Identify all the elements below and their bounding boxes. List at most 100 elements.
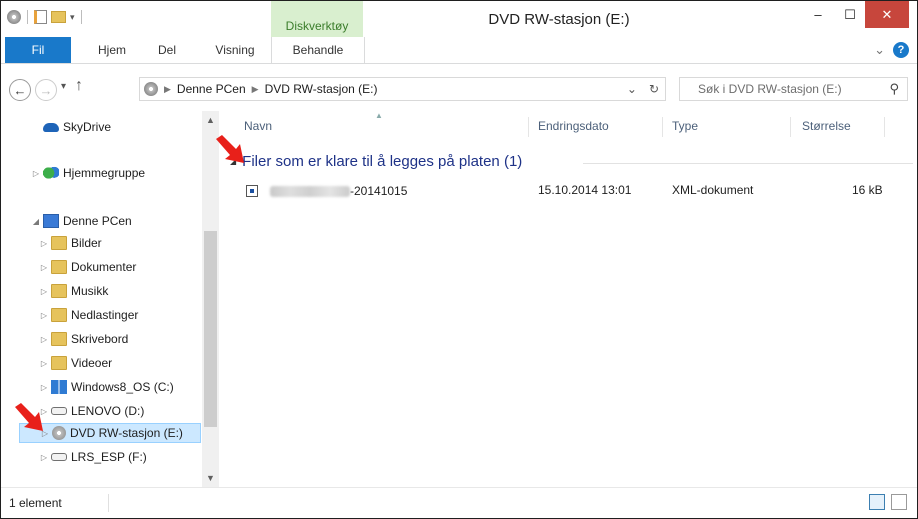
expand-arrow-icon[interactable]: ▷ <box>39 453 49 462</box>
file-date: 15.10.2014 13:01 <box>538 183 632 197</box>
search-input[interactable]: Søk i DVD RW-stasjon (E:) ⚲ <box>679 77 908 101</box>
column-header-type[interactable]: Type <box>672 119 698 133</box>
refresh-icon[interactable]: ↻ <box>649 82 659 96</box>
expand-arrow-icon[interactable]: ▷ <box>39 335 49 344</box>
column-header-name[interactable]: Navn <box>244 119 272 133</box>
breadcrumb-separator-icon: ▶ <box>164 83 171 94</box>
title-bar: ▾ Diskverktøy DVD RW-stasjon (E:) – ☐ ✕ <box>1 1 917 37</box>
collapse-arrow-icon[interactable]: ◢ <box>31 217 41 226</box>
tab-manage[interactable]: Behandle <box>271 37 365 63</box>
up-button[interactable]: ↑ <box>75 77 83 95</box>
xml-file-icon <box>246 185 258 197</box>
nav-item-label: Bilder <box>71 236 102 250</box>
pictures-folder-icon <box>51 236 67 250</box>
file-size: 16 kB <box>852 183 883 197</box>
nav-scrollbar[interactable]: ▲ ▼ <box>202 111 219 487</box>
ribbon-controls: ⌄ ? <box>874 42 909 58</box>
column-header-date[interactable]: Endringsdato <box>538 119 609 133</box>
expand-arrow-icon[interactable]: ▷ <box>39 263 49 272</box>
nav-item-pictures[interactable]: ▷ Bilder <box>39 233 102 253</box>
documents-folder-icon <box>51 260 67 274</box>
tab-home[interactable]: Hjem <box>85 37 139 63</box>
window-title: DVD RW-stasjon (E:) <box>488 11 630 28</box>
disc-icon <box>144 82 158 96</box>
search-placeholder: Søk i DVD RW-stasjon (E:) <box>698 82 842 96</box>
details-view-button[interactable] <box>869 494 885 510</box>
tab-file[interactable]: Fil <box>5 37 71 63</box>
nav-item-label: DVD RW-stasjon (E:) <box>70 426 183 440</box>
breadcrumb-this-pc[interactable]: Denne PCen <box>177 82 246 96</box>
homegroup-icon <box>43 166 59 180</box>
tab-share[interactable]: Del <box>147 37 187 63</box>
nav-item-homegroup[interactable]: ▷ Hjemmegruppe <box>31 163 145 183</box>
scrollbar-thumb[interactable] <box>204 231 217 427</box>
recent-locations-icon[interactable]: ▾ <box>61 81 66 92</box>
nav-item-label: LRS_ESP (F:) <box>71 450 147 464</box>
videos-folder-icon <box>51 356 67 370</box>
nav-item-label: Musikk <box>71 284 109 298</box>
search-icon[interactable]: ⚲ <box>889 81 899 97</box>
group-header[interactable]: ◢ Filer som er klare til å legges på pla… <box>230 153 522 170</box>
maximize-button[interactable]: ☐ <box>837 1 863 28</box>
expand-arrow-icon[interactable]: ▷ <box>39 239 49 248</box>
downloads-folder-icon <box>51 308 67 322</box>
status-bar: 1 element <box>1 487 917 518</box>
expand-arrow-icon[interactable]: ▷ <box>39 287 49 296</box>
annotation-arrow-icon <box>216 135 244 163</box>
nav-item-this-pc[interactable]: ◢ Denne PCen <box>31 211 132 231</box>
cloud-icon <box>43 122 59 132</box>
file-type: XML-dokument <box>672 183 754 197</box>
nav-item-windows-os[interactable]: ▷ Windows8_OS (C:) <box>39 377 174 397</box>
nav-item-downloads[interactable]: ▷ Nedlastinger <box>39 305 138 325</box>
expand-ribbon-icon[interactable]: ⌄ <box>874 42 885 58</box>
tab-view[interactable]: Visning <box>205 37 265 63</box>
disc-icon <box>52 426 66 440</box>
address-dropdown-icon[interactable]: ⌄ <box>627 82 637 96</box>
scroll-up-icon[interactable]: ▲ <box>202 115 219 125</box>
nav-item-desktop[interactable]: ▷ Skrivebord <box>39 329 128 349</box>
drive-icon <box>51 407 67 415</box>
desktop-folder-icon <box>51 332 67 346</box>
large-icons-view-button[interactable] <box>891 494 907 510</box>
address-actions: ⌄ ↻ <box>627 82 659 96</box>
item-count: 1 element <box>9 496 62 510</box>
windows-drive-icon <box>51 380 67 394</box>
expand-arrow-icon[interactable]: ▷ <box>31 169 41 178</box>
back-button[interactable]: ← <box>9 79 31 101</box>
nav-item-videos[interactable]: ▷ Videoer <box>39 353 112 373</box>
column-divider[interactable] <box>662 117 663 137</box>
scroll-down-icon[interactable]: ▼ <box>202 473 219 483</box>
address-bar[interactable]: ▶ Denne PCen ▶ DVD RW-stasjon (E:) ⌄ ↻ <box>139 77 666 101</box>
navigation-bar: ← → ▾ ↑ ▶ Denne PCen ▶ DVD RW-stasjon (E… <box>1 71 917 109</box>
close-button[interactable]: ✕ <box>865 1 909 28</box>
expand-arrow-icon[interactable]: ▷ <box>39 383 49 392</box>
nav-item-label: Videoer <box>71 356 113 370</box>
table-row[interactable]: -20141015 15.10.2014 13:01 XML-dokument … <box>230 181 900 201</box>
ribbon-tabs: Fil Hjem Del Visning Behandle ⌄ ? <box>1 37 917 64</box>
expand-arrow-icon[interactable]: ▷ <box>39 359 49 368</box>
nav-item-label: LENOVO (D:) <box>71 404 145 418</box>
nav-item-label: Hjemmegruppe <box>63 166 146 180</box>
music-folder-icon <box>51 284 67 298</box>
column-divider[interactable] <box>528 117 529 137</box>
computer-icon <box>43 214 59 228</box>
minimize-button[interactable]: – <box>805 1 831 28</box>
group-divider <box>583 163 913 164</box>
expand-arrow-icon[interactable]: ▷ <box>39 311 49 320</box>
nav-item-skydrive[interactable]: SkyDrive <box>41 117 111 137</box>
nav-item-music[interactable]: ▷ Musikk <box>39 281 108 301</box>
column-header-size[interactable]: Størrelse <box>802 119 851 133</box>
nav-item-lrs-esp[interactable]: ▷ LRS_ESP (F:) <box>39 447 147 467</box>
nav-item-lenovo[interactable]: ▷ LENOVO (D:) <box>39 401 144 421</box>
redacted-filename <box>270 185 350 197</box>
nav-item-label: Skrivebord <box>71 332 129 346</box>
nav-item-documents[interactable]: ▷ Dokumenter <box>39 257 136 277</box>
help-icon[interactable]: ? <box>893 42 909 58</box>
breadcrumb-dvd-drive[interactable]: DVD RW-stasjon (E:) <box>265 82 378 96</box>
drive-icon <box>51 453 67 461</box>
nav-item-label: Nedlastinger <box>71 308 139 322</box>
column-divider[interactable] <box>790 117 791 137</box>
forward-button[interactable]: → <box>35 79 57 101</box>
column-divider[interactable] <box>884 117 885 137</box>
file-list: ▲ Navn Endringsdato Type Størrelse ◢ Fil… <box>216 111 917 487</box>
